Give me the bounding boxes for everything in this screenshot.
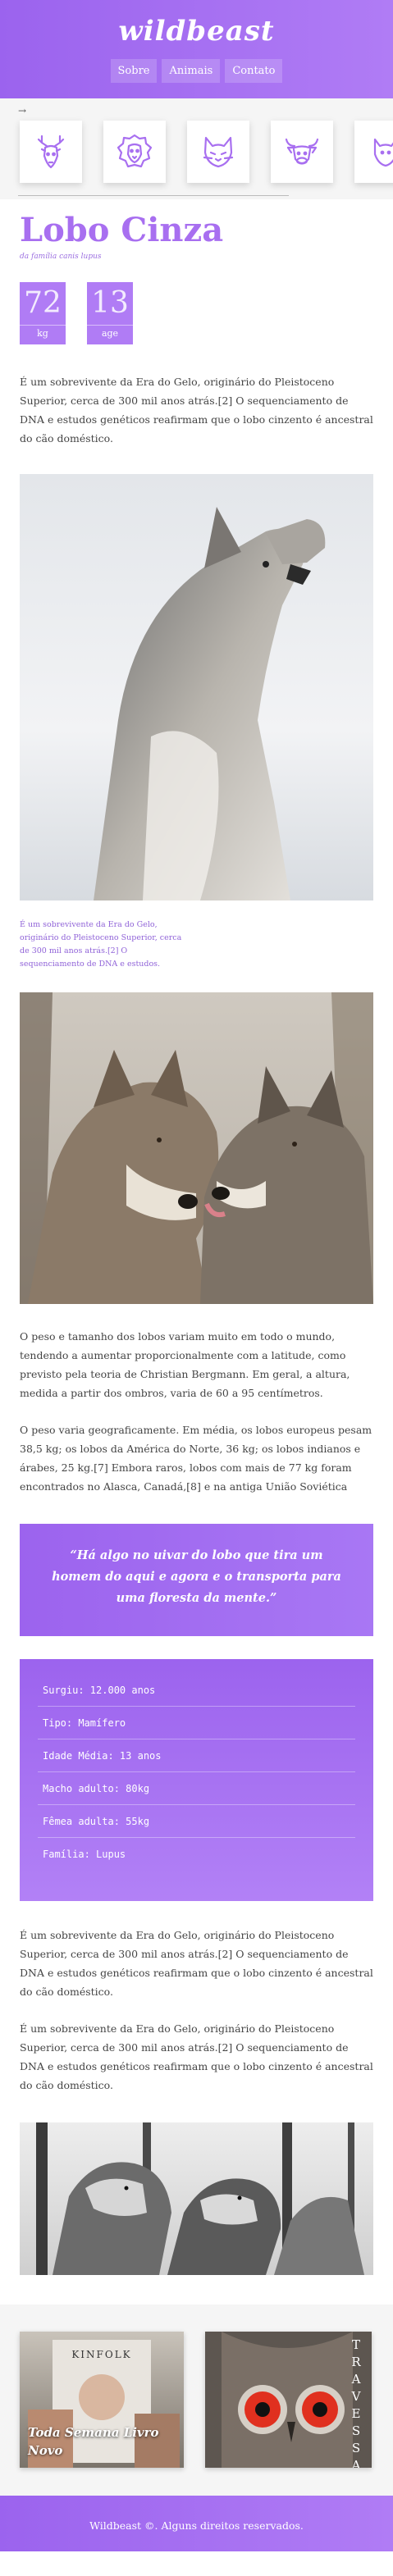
- stats-row: 72 kg 13 age: [20, 282, 373, 344]
- promo-vertical-letter: R: [351, 2355, 363, 2369]
- fact-item: Fêmea adulta: 55kg: [38, 1805, 355, 1838]
- promo-vertical-letter: T: [351, 2337, 362, 2352]
- lion-icon: [117, 134, 153, 168]
- promo-vertical-letter: S: [351, 2423, 363, 2438]
- promo-books-text: Toda Semana Livro Novo: [28, 2425, 159, 2458]
- size-paragraph: O peso e tamanho dos lobos variam muito …: [20, 1330, 350, 1399]
- promo-vertical-letter: A: [351, 2372, 363, 2387]
- promo-card-travessa[interactable]: TRAVESSA: [205, 2332, 372, 2468]
- fact-item: Família: Lupus: [43, 1849, 126, 1860]
- promo-vertical-letter: A: [351, 2458, 363, 2468]
- bull-icon: [285, 138, 319, 165]
- stat-weight-unit: kg: [20, 325, 66, 342]
- animal-card-deer[interactable]: [20, 121, 82, 183]
- pull-quote: “Há algo no uivar do lobo que tira um ho…: [20, 1524, 373, 1636]
- site-header: wildbeast Sobre Animais Contato: [0, 0, 393, 98]
- animal-card-bull[interactable]: [271, 121, 333, 183]
- nav-link-animais[interactable]: Animais: [162, 59, 221, 83]
- stat-weight: 72 kg: [20, 282, 66, 344]
- closing-paragraph-2: É um sobrevivente da Era do Gelo, origin…: [20, 2022, 373, 2091]
- facts-box: Surgiu: 12.000 anos Tipo: Mamífero Idade…: [20, 1659, 373, 1901]
- page-title: Lobo Cinza: [20, 211, 224, 249]
- animal-card-extra[interactable]: [354, 121, 393, 183]
- promo-section: KINFOLK Toda Semana Livro Novo TRAVESSA: [0, 2305, 393, 2496]
- wolves-forest-photo: [20, 2122, 373, 2275]
- site-logo[interactable]: wildbeast: [0, 15, 393, 48]
- promo-vertical-letter: S: [351, 2441, 363, 2455]
- deer-icon: [37, 134, 65, 169]
- main-nav: Sobre Animais Contato: [0, 59, 393, 83]
- scroll-track[interactable]: [18, 195, 289, 196]
- photo-caption: É um sobrevivente da Era do Gelo, origin…: [20, 920, 182, 969]
- promo-card-books[interactable]: KINFOLK Toda Semana Livro Novo: [20, 2332, 184, 2468]
- closing-paragraph-1: É um sobrevivente da Era do Gelo, origin…: [20, 1929, 373, 1998]
- howling-wolf-photo: [20, 474, 373, 900]
- intro-paragraph: É um sobrevivente da Era do Gelo, origin…: [20, 376, 373, 445]
- promo-vertical-title: TRAVESSA: [349, 2337, 365, 2468]
- animal-icon: [373, 138, 393, 167]
- nav-link-sobre[interactable]: Sobre: [110, 59, 158, 83]
- weight-paragraph: O peso varia geograficamente. Em média, …: [20, 1424, 372, 1493]
- fact-item: Surgiu: 12.000 anos: [38, 1674, 355, 1707]
- animal-carousel: →: [0, 98, 393, 199]
- stat-age: 13 age: [87, 282, 133, 344]
- magazine-brand: KINFOLK: [71, 2349, 131, 2360]
- promo-vertical-letter: V: [351, 2389, 363, 2404]
- owl-photo: [205, 2332, 372, 2468]
- fact-item: Macho adulto: 80kg: [38, 1772, 355, 1805]
- fact-item: Idade Média: 13 anos: [38, 1739, 355, 1772]
- article: Lobo Cinza da família canis lupus 72 kg …: [0, 211, 393, 2275]
- nav-link-contato[interactable]: Contato: [225, 59, 283, 83]
- stat-age-unit: age: [87, 325, 133, 342]
- page-subtitle: da família canis lupus: [20, 253, 102, 261]
- animal-card-cat[interactable]: [187, 121, 249, 183]
- footer-text: Wildbeast ©. Alguns direitos reservados.: [89, 2519, 304, 2532]
- animal-list: [20, 121, 393, 183]
- cat-icon: [203, 136, 234, 168]
- site-footer: Wildbeast ©. Alguns direitos reservados.: [0, 2496, 393, 2551]
- stat-weight-value: 72: [24, 286, 62, 320]
- fact-item: Tipo: Mamífero: [38, 1707, 355, 1739]
- animal-card-lion[interactable]: [103, 121, 166, 183]
- scroll-arrow-icon[interactable]: →: [18, 105, 26, 116]
- promo-vertical-letter: E: [351, 2406, 363, 2421]
- wolves-pair-photo: [20, 992, 373, 1304]
- stat-age-value: 13: [91, 286, 129, 320]
